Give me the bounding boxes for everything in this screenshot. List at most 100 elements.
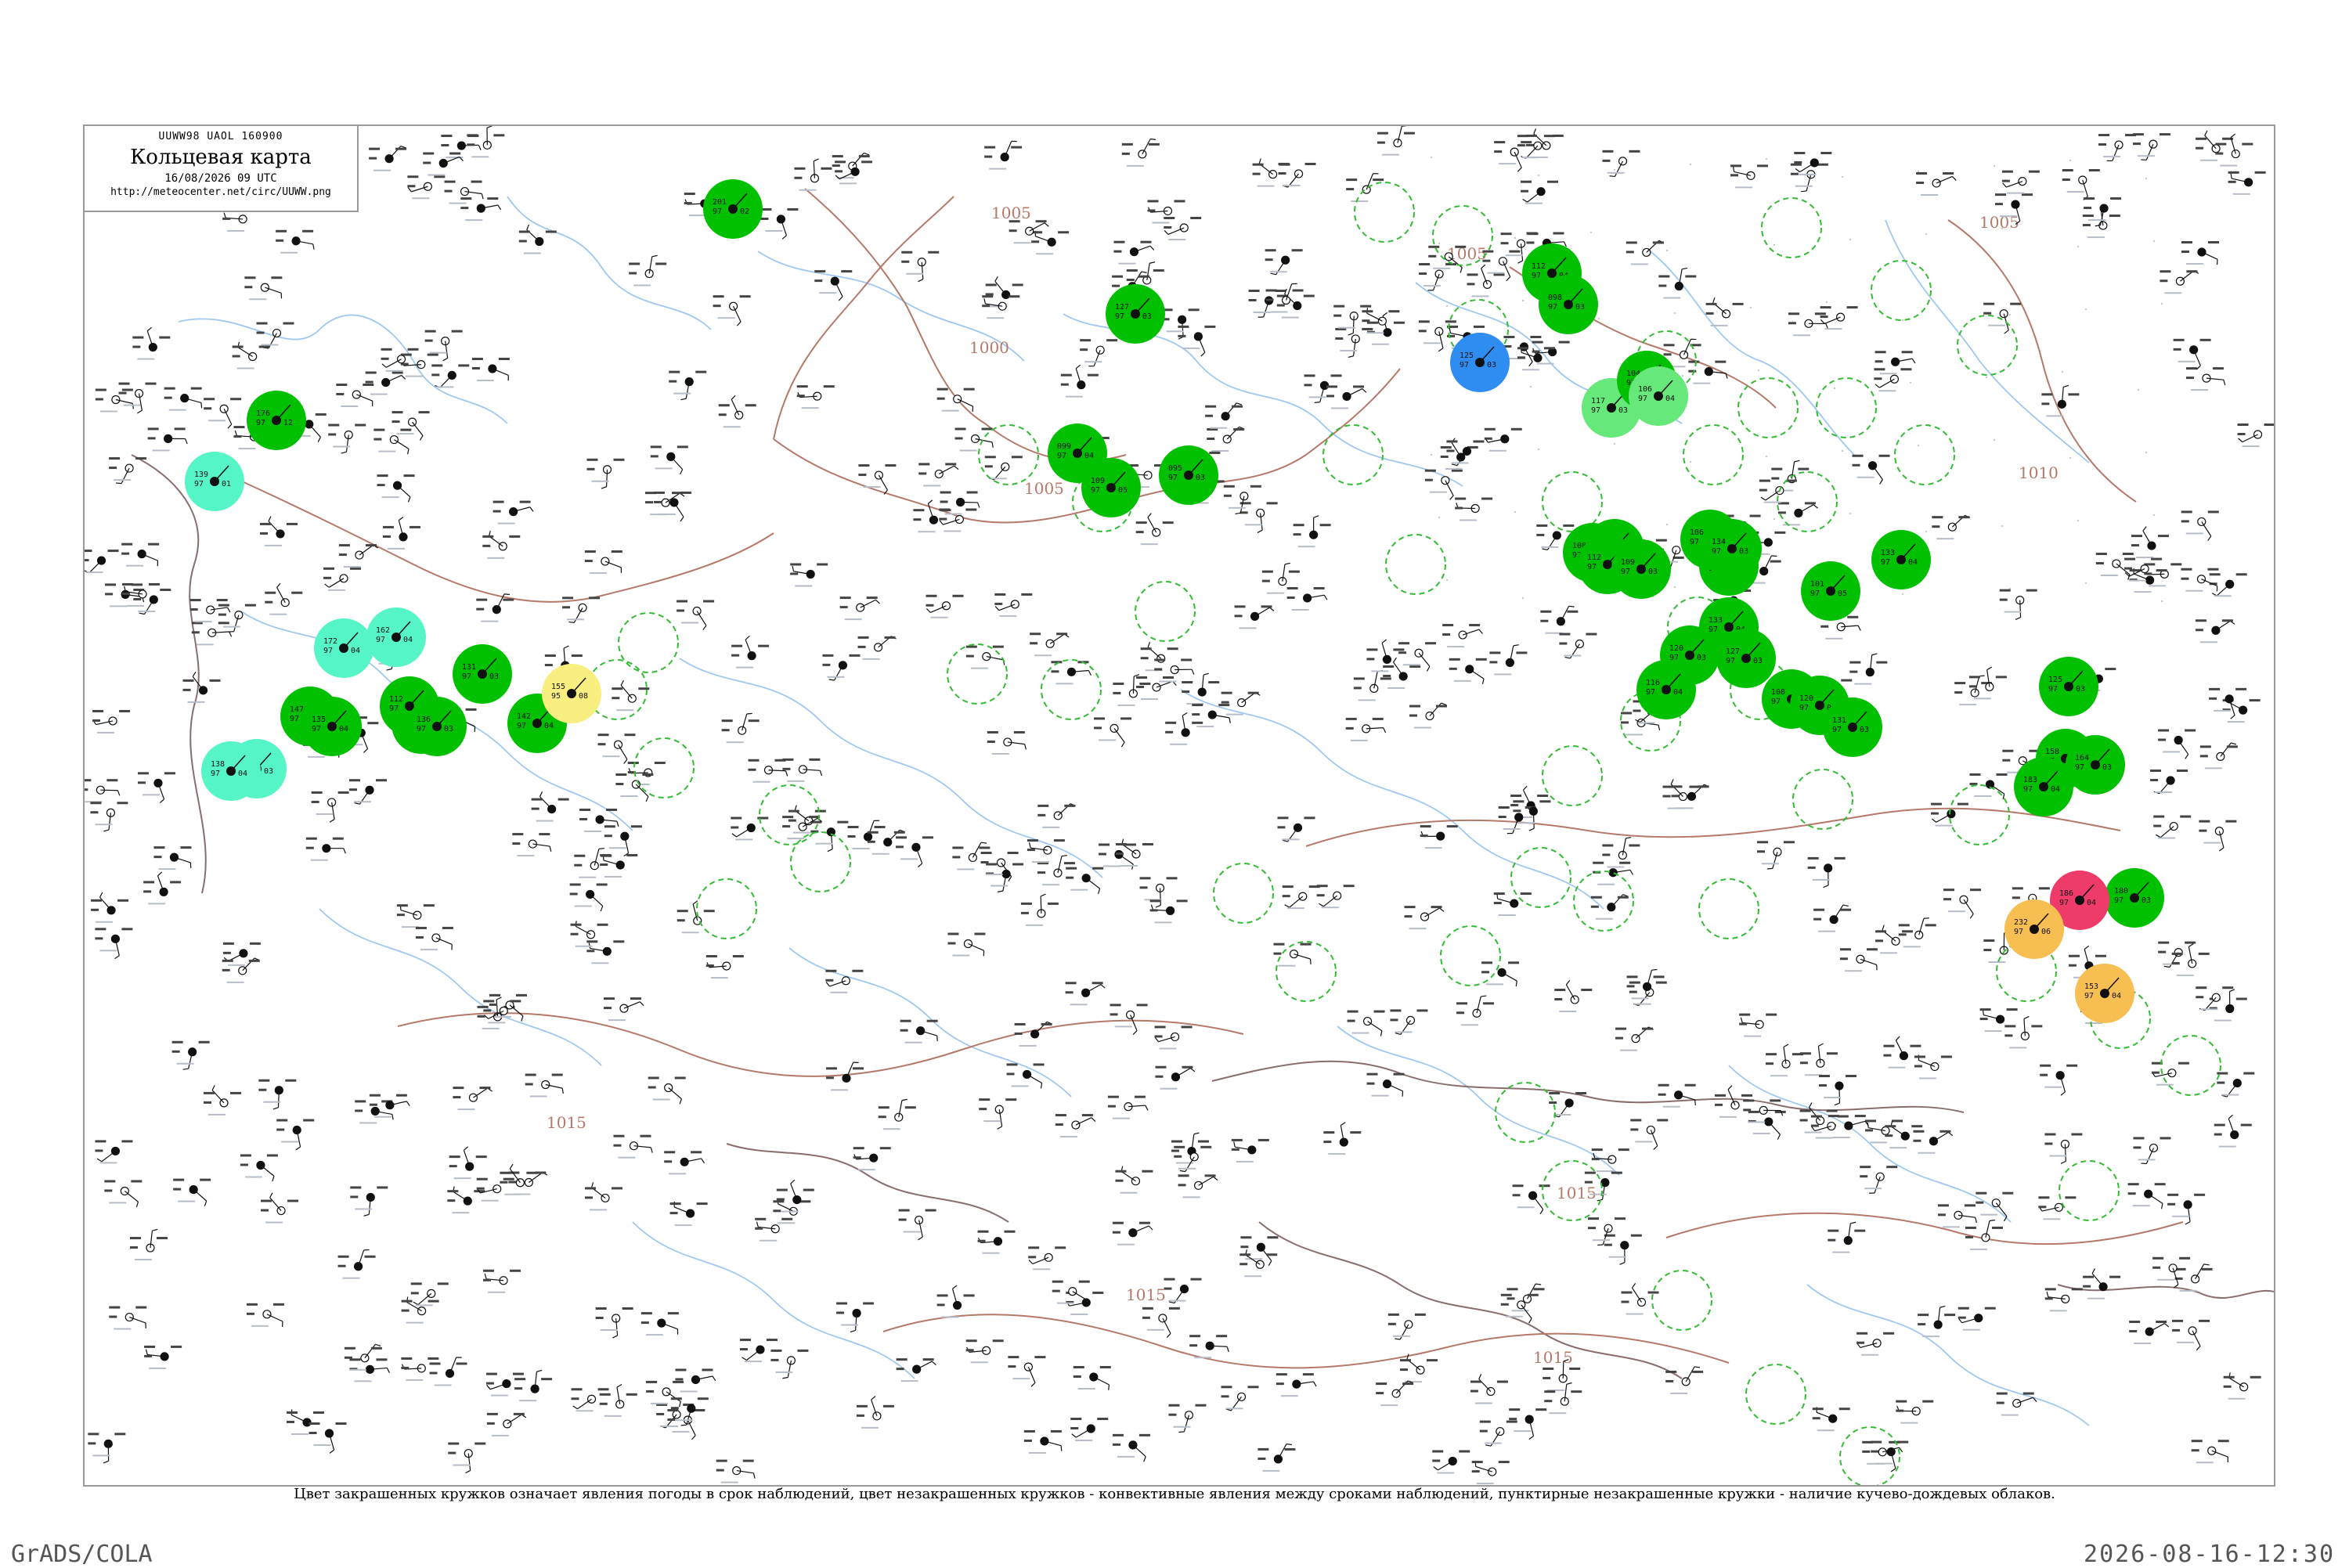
station-plot — [1323, 1123, 1361, 1155]
station-plot — [453, 1087, 492, 1110]
station-plot — [1480, 1421, 1517, 1447]
pressure-label: 164 — [2075, 754, 2089, 762]
phenomenon-station: 1349703 — [1702, 519, 1762, 579]
station-plot — [1165, 713, 1203, 745]
station-plot — [1544, 1383, 1582, 1415]
phenomenon-station: 1339704 — [1871, 530, 1931, 589]
station-plot — [377, 474, 415, 502]
cb-ring — [1817, 378, 1876, 438]
station-plot — [579, 809, 619, 832]
dewpoint-label: 03 — [1196, 474, 1205, 482]
station-plot — [1055, 1114, 1095, 1137]
station-plot — [411, 1282, 449, 1306]
phenomenon-station: 1259703 — [1450, 333, 1510, 392]
station-plot — [2002, 171, 2040, 194]
pressure-label: 098 — [1548, 294, 1562, 302]
station-plot — [1273, 943, 1311, 967]
station-plot — [1916, 172, 1956, 196]
dewpoint-label: 04 — [2087, 899, 2096, 907]
isobar-label: 1000 — [969, 338, 1009, 357]
grid-dot — [1773, 518, 1775, 520]
station-plot — [896, 836, 933, 867]
station-plot — [2214, 1115, 2252, 1147]
station-plot — [1224, 485, 1261, 514]
station-plot — [425, 330, 463, 361]
station-plot — [900, 1020, 938, 1044]
station-plot — [1008, 1356, 1045, 1386]
station-plot — [392, 411, 430, 440]
station-plot — [797, 385, 835, 409]
station-plot — [2131, 527, 2169, 558]
dewpoint-label: 03 — [1142, 312, 1152, 321]
station-plot — [153, 846, 191, 870]
station-plot — [982, 295, 1019, 319]
grid-dot — [1438, 517, 1440, 518]
station-plot — [1115, 1166, 1153, 1194]
phenomenon-station: 0959703 — [1159, 445, 1218, 505]
station-plot — [1094, 717, 1131, 747]
station-plot — [822, 654, 860, 680]
station-plot — [276, 1119, 314, 1150]
station-plot — [1419, 263, 1456, 290]
isobar-line — [1948, 220, 2136, 502]
station-plot — [447, 1186, 485, 1213]
grid-dot — [1834, 387, 1835, 389]
station-plot — [832, 153, 870, 178]
grid-dot — [1598, 318, 1600, 319]
dewpoint-label: 05 — [1118, 486, 1128, 495]
temperature-label: 97 — [211, 770, 220, 778]
station-plot — [192, 622, 232, 645]
station-plot — [1432, 1450, 1470, 1473]
station-plot — [441, 135, 481, 158]
station-plot — [1591, 895, 1629, 920]
station-plot — [947, 932, 985, 956]
station-plot — [1178, 326, 1215, 356]
station-plot — [143, 872, 181, 904]
station-plot — [416, 927, 453, 950]
station-plot — [1070, 1418, 1108, 1441]
river — [1729, 1065, 2011, 1222]
station-plot — [675, 1368, 715, 1392]
grid-dot — [1431, 157, 1432, 158]
station-plot — [261, 1193, 298, 1224]
station-plot — [1739, 1014, 1777, 1037]
station-plot — [1205, 403, 1243, 429]
station-plot — [2196, 131, 2233, 161]
station-plot — [612, 680, 649, 711]
cb-ring — [979, 425, 1038, 485]
dewpoint-label: 03 — [1618, 406, 1628, 415]
grid-dot — [1766, 456, 1767, 457]
station-plot — [937, 1285, 975, 1317]
station-plot — [2152, 1257, 2190, 1288]
grid-dot — [1522, 597, 1524, 599]
cb-ring — [619, 613, 678, 672]
station-plot — [407, 175, 445, 199]
cb-ring — [791, 832, 850, 892]
station-plot — [1037, 804, 1075, 828]
station-plot — [240, 1154, 278, 1181]
temperature-label: 97 — [1057, 452, 1066, 460]
cb-rings — [587, 182, 2221, 1487]
dewpoint-label: 04 — [544, 722, 554, 730]
station-plot — [397, 904, 435, 928]
station-plot — [984, 141, 1022, 169]
station-plot — [402, 1297, 439, 1324]
station-plot — [840, 597, 880, 620]
station-plot — [782, 759, 821, 782]
station-plot — [1540, 606, 1578, 633]
station-plot — [109, 1307, 146, 1330]
grid-dot — [1614, 443, 1615, 445]
grid-dot — [1438, 243, 1440, 244]
pressure-label: 147 — [290, 705, 304, 714]
station-plot — [132, 327, 170, 359]
station-plot — [2083, 1269, 2120, 1299]
pressure-label: 133 — [1881, 549, 1895, 557]
station-plot — [1980, 1008, 2018, 1032]
station-plot — [615, 773, 653, 802]
station-plot — [2158, 730, 2196, 759]
cb-ring — [1543, 472, 1602, 532]
station-plot — [2098, 134, 2136, 160]
station-plot — [2200, 743, 2238, 769]
station-plot — [598, 734, 636, 763]
cb-ring — [1762, 198, 1821, 258]
